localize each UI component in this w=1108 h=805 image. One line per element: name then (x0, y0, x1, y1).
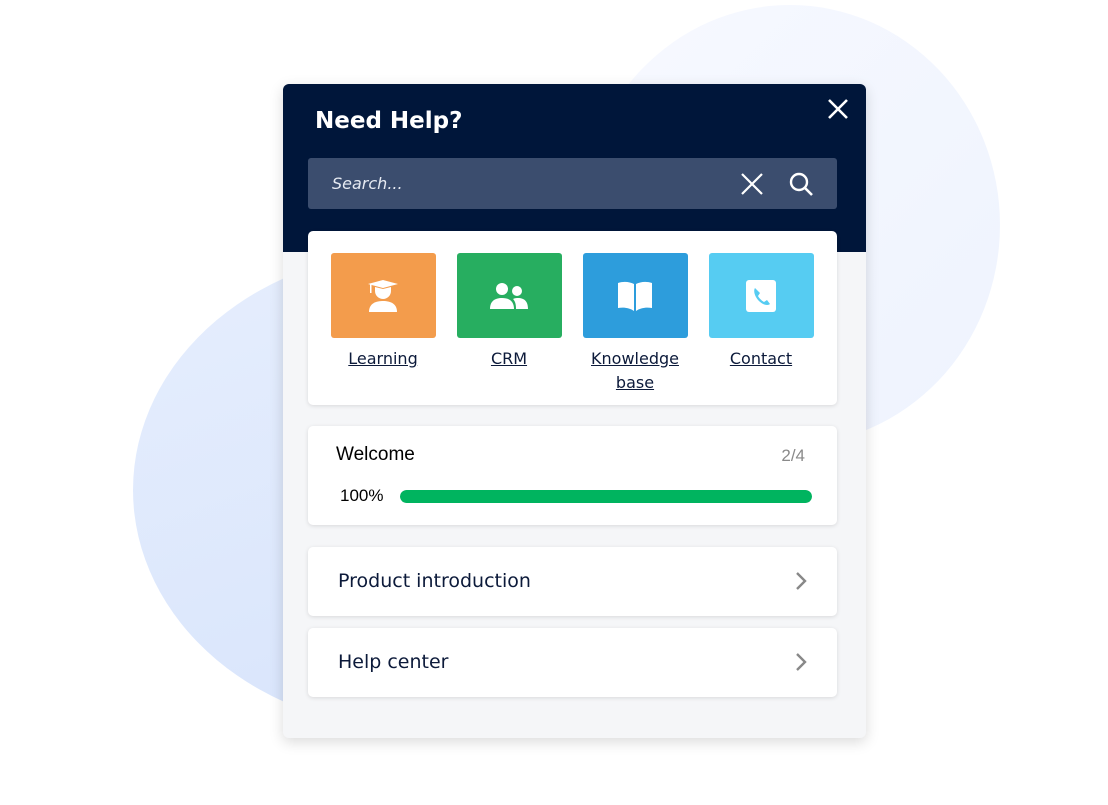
shortcut-label[interactable]: Knowledge base (585, 347, 685, 395)
knowledge-base-tile[interactable] (582, 253, 688, 338)
link-label: Help center (338, 651, 449, 673)
book-icon (618, 281, 652, 311)
shortcut-contact[interactable]: Contact (698, 253, 824, 371)
shortcut-label[interactable]: Learning (320, 347, 446, 371)
welcome-title: Welcome (336, 444, 415, 465)
chevron-right-icon (796, 653, 807, 671)
help-panel: Need Help? Learning CRM Knowledge base C… (283, 84, 866, 738)
graduate-icon (368, 279, 398, 312)
shortcuts-card: Learning CRM Knowledge base Contact (308, 231, 837, 405)
shortcut-label[interactable]: Contact (698, 347, 824, 371)
shortcut-crm[interactable]: CRM (446, 253, 572, 371)
phone-icon (746, 279, 776, 312)
link-label: Product introduction (338, 570, 531, 592)
step-counter: 2/4 (781, 446, 805, 465)
welcome-card[interactable]: Welcome 2/4 100% (308, 426, 837, 525)
crm-tile[interactable] (456, 253, 562, 338)
help-header: Need Help? (283, 84, 866, 252)
chevron-right-icon (796, 572, 807, 590)
shortcut-label[interactable]: CRM (446, 347, 572, 371)
shortcut-learning[interactable]: Learning (320, 253, 446, 371)
search-input[interactable] (308, 158, 708, 209)
progress-fill (400, 490, 812, 503)
shortcut-knowledge-base[interactable]: Knowledge base (572, 253, 698, 395)
contact-tile[interactable] (708, 253, 814, 338)
search-icon[interactable] (788, 171, 814, 197)
panel-title: Need Help? (315, 108, 463, 134)
learning-tile[interactable] (330, 253, 436, 338)
help-center-link[interactable]: Help center (308, 628, 837, 697)
clear-search-icon[interactable] (740, 172, 764, 196)
progress-bar (400, 490, 812, 503)
close-icon[interactable] (827, 98, 849, 120)
users-icon (490, 282, 528, 309)
progress-label: 100% (340, 486, 384, 505)
search-bar (308, 158, 837, 209)
product-introduction-link[interactable]: Product introduction (308, 547, 837, 616)
